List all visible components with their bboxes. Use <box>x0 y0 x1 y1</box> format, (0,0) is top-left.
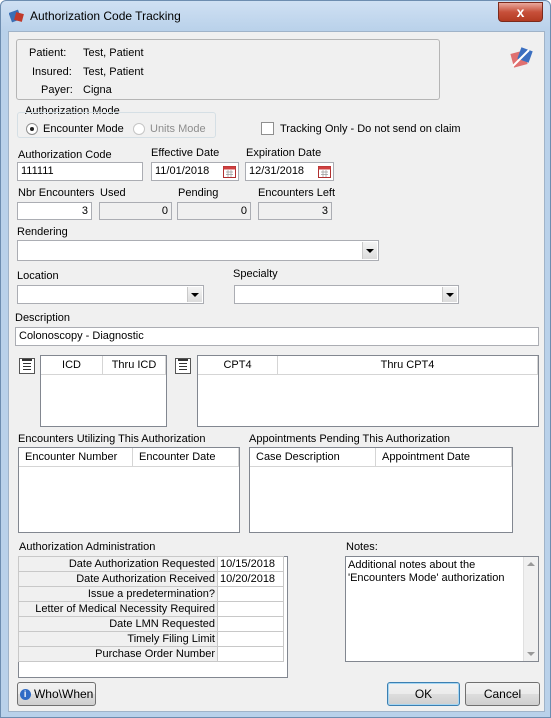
who-when-button[interactable]: i Who\When <box>17 682 96 706</box>
used-value: 0 <box>99 202 172 220</box>
dropdown-arrow-icon[interactable] <box>362 242 377 259</box>
pending-label: Pending <box>178 187 219 199</box>
cpt-list[interactable]: CPT4 Thru CPT4 <box>197 355 539 427</box>
calendar-icon[interactable] <box>223 165 236 178</box>
encounter-mode-radio[interactable] <box>26 123 38 135</box>
pending-value: 0 <box>177 202 251 220</box>
insured-label: Insured: <box>32 66 72 78</box>
admin-row-key: Date LMN Requested <box>18 616 218 632</box>
admin-row: Date Authorization Requested 10/15/2018 <box>18 556 284 572</box>
description-label: Description <box>15 312 71 324</box>
notes-text: Additional notes about the 'Encounters M… <box>348 559 505 584</box>
encounter-number-column-header[interactable]: Encounter Number <box>19 448 133 467</box>
administration-grid: Date Authorization Requested 10/15/2018 … <box>18 556 288 678</box>
admin-row-value[interactable] <box>217 646 284 662</box>
case-description-column-header[interactable]: Case Description <box>250 448 376 467</box>
encounters-left-label: Encounters Left <box>258 187 336 199</box>
auth-code-label: Authorization Code <box>18 149 112 161</box>
icd-list[interactable]: ICD Thru ICD <box>40 355 167 427</box>
auth-code-input[interactable]: 111111 <box>17 162 143 181</box>
admin-row: Issue a predetermination? <box>18 586 284 602</box>
payer-value: Cigna <box>83 84 112 96</box>
appointments-section-label: Appointments Pending This Authorization <box>249 433 450 445</box>
app-icon <box>9 9 24 23</box>
location-dropdown[interactable] <box>17 285 204 304</box>
effective-date-value: 11/01/2018 <box>155 165 210 177</box>
admin-row-key: Timely Filing Limit <box>18 631 218 647</box>
nbr-encounters-input[interactable]: 3 <box>17 202 92 220</box>
thru-cpt4-column-header[interactable]: Thru CPT4 <box>278 356 538 375</box>
dialog-body: Patient: Test, Patient Insured: Test, Pa… <box>8 31 545 712</box>
encounters-section-label: Encounters Utilizing This Authorization <box>18 433 206 445</box>
nbr-encounters-label: Nbr Encounters <box>18 187 95 199</box>
icd-column-header[interactable]: ICD <box>41 356 103 375</box>
units-mode-label: Units Mode <box>150 123 206 135</box>
dropdown-arrow-icon[interactable] <box>187 287 202 302</box>
patient-value: Test, Patient <box>83 47 144 59</box>
encounter-mode-label: Encounter Mode <box>43 123 124 135</box>
logo-icon <box>510 47 533 68</box>
admin-row-value[interactable]: 10/20/2018 <box>217 571 284 587</box>
admin-row-key: Issue a predetermination? <box>18 586 218 602</box>
tracking-only-label: Tracking Only - Do not send on claim <box>280 123 461 135</box>
notes-scrollbar[interactable] <box>523 557 538 661</box>
encounters-list[interactable]: Encounter Number Encounter Date <box>18 447 240 533</box>
encounters-left-value: 3 <box>258 202 332 220</box>
list-edit-icon[interactable] <box>175 358 191 374</box>
info-icon: i <box>19 689 31 701</box>
cancel-button[interactable]: Cancel <box>465 682 540 706</box>
description-input[interactable]: Colonoscopy - Diagnostic <box>15 327 539 346</box>
patient-info-box: Patient: Test, Patient Insured: Test, Pa… <box>16 39 440 100</box>
location-label: Location <box>17 270 59 282</box>
list-edit-icon[interactable] <box>19 358 35 374</box>
tracking-only-checkbox[interactable] <box>261 122 274 135</box>
admin-row-key: Letter of Medical Necessity Required <box>18 601 218 617</box>
calendar-icon[interactable] <box>318 165 331 178</box>
notes-textarea[interactable]: Additional notes about the 'Encounters M… <box>345 556 539 662</box>
appointments-list[interactable]: Case Description Appointment Date <box>249 447 513 533</box>
admin-row: Date Authorization Received 10/20/2018 <box>18 571 284 587</box>
admin-row-key: Purchase Order Number <box>18 646 218 662</box>
effective-date-label: Effective Date <box>151 147 220 159</box>
dropdown-arrow-icon[interactable] <box>442 287 457 302</box>
cpt4-column-header[interactable]: CPT4 <box>198 356 278 375</box>
who-when-label: Who\When <box>33 687 94 701</box>
admin-row-value[interactable] <box>217 631 284 647</box>
specialty-dropdown[interactable] <box>234 285 459 304</box>
admin-row-value[interactable]: 10/15/2018 <box>217 556 284 572</box>
administration-label: Authorization Administration <box>19 541 156 553</box>
appointment-date-column-header[interactable]: Appointment Date <box>376 448 512 467</box>
admin-row: Timely Filing Limit <box>18 631 284 647</box>
effective-date-input[interactable]: 11/01/2018 <box>151 162 239 181</box>
admin-row: Letter of Medical Necessity Required <box>18 601 284 617</box>
title-bar[interactable]: Authorization Code Tracking x <box>1 1 550 31</box>
scroll-up-icon[interactable] <box>527 562 535 566</box>
window-title: Authorization Code Tracking <box>30 9 181 23</box>
units-mode-radio[interactable] <box>133 123 145 135</box>
notes-label: Notes: <box>346 541 378 553</box>
specialty-label: Specialty <box>233 268 278 280</box>
close-button[interactable]: x <box>498 2 543 22</box>
expiration-date-value: 12/31/2018 <box>249 165 305 177</box>
used-label: Used <box>100 187 126 199</box>
admin-row-value[interactable] <box>217 601 284 617</box>
encounter-date-column-header[interactable]: Encounter Date <box>133 448 239 467</box>
payer-label: Payer: <box>41 84 73 96</box>
rendering-dropdown[interactable] <box>17 240 379 261</box>
insured-value: Test, Patient <box>83 66 144 78</box>
admin-row: Date LMN Requested <box>18 616 284 632</box>
ok-button[interactable]: OK <box>387 682 460 706</box>
admin-row-value[interactable] <box>217 616 284 632</box>
thru-icd-column-header[interactable]: Thru ICD <box>103 356 166 375</box>
rendering-label: Rendering <box>17 226 68 238</box>
scroll-down-icon[interactable] <box>527 652 535 656</box>
expiration-date-input[interactable]: 12/31/2018 <box>245 162 334 181</box>
expiration-date-label: Expiration Date <box>246 147 322 159</box>
admin-row-key: Date Authorization Received <box>18 571 218 587</box>
window: Authorization Code Tracking x Patient: T… <box>0 0 551 718</box>
admin-row: Purchase Order Number <box>18 646 284 662</box>
admin-row-value[interactable] <box>217 586 284 602</box>
patient-label: Patient: <box>29 47 67 59</box>
admin-row-key: Date Authorization Requested <box>18 556 218 572</box>
